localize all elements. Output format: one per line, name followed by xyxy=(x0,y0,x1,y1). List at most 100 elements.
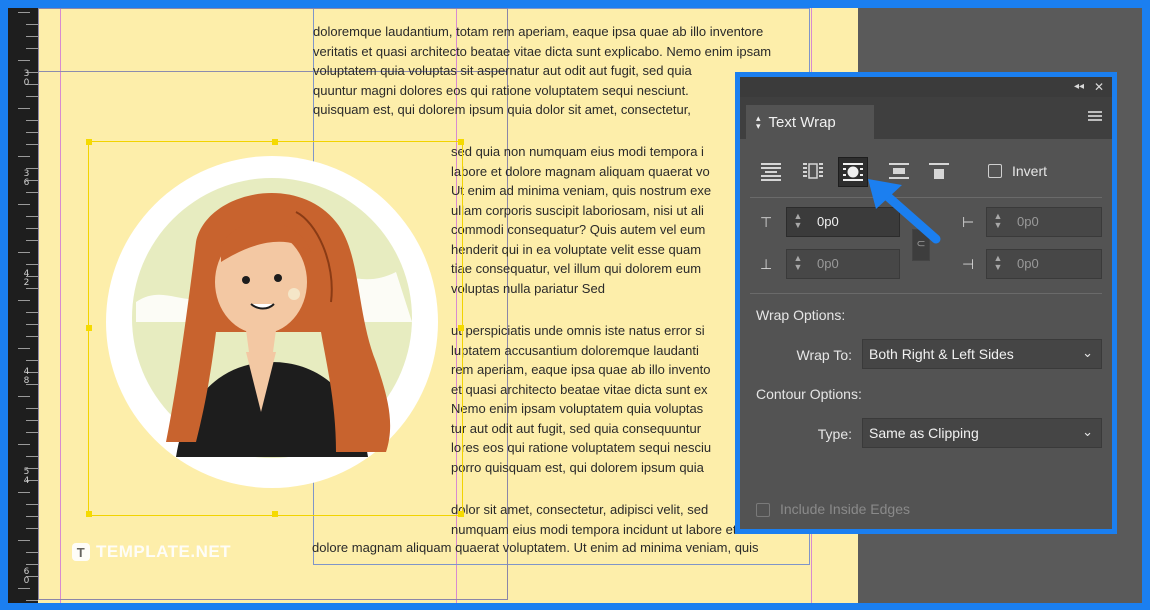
tab-text-wrap[interactable]: ▴ ▾ Text Wrap xyxy=(746,105,874,139)
wrap-to-dropdown[interactable]: Both Right & Left Sides ⌄ xyxy=(862,339,1102,369)
wrap-to-label: Wrap To: xyxy=(796,347,852,363)
collapse-panel-icon[interactable]: ◂◂ xyxy=(1074,80,1084,94)
right-offset-value: 0p0 xyxy=(1017,256,1039,271)
woman-portrait-illustration[interactable] xyxy=(96,152,456,492)
ruler-tick xyxy=(18,492,30,493)
ruler-tick xyxy=(18,588,30,589)
ruler-label: 4 2 xyxy=(23,269,30,288)
left-offset-icon: ⊢ xyxy=(962,214,975,230)
type-label: Type: xyxy=(817,426,852,442)
right-offset-field[interactable]: ▲ ▼ 0p0 xyxy=(986,249,1102,279)
ruler-tick xyxy=(26,516,38,517)
ruler-tick xyxy=(18,156,30,157)
vertical-ruler[interactable]: 3 0 3 6 4 2 4 8 5 4 6 0 xyxy=(8,8,38,603)
close-panel-icon[interactable]: ✕ xyxy=(1094,80,1104,94)
frame-handle[interactable] xyxy=(86,511,92,517)
ruler-tick xyxy=(26,228,38,229)
divider xyxy=(750,293,1102,294)
ruler-tick xyxy=(26,288,38,289)
wrap-to-value: Both Right & Left Sides xyxy=(869,346,1014,362)
ruler-tick xyxy=(26,528,38,529)
chevron-down-icon: ⌄ xyxy=(1082,424,1093,439)
ruler-tick xyxy=(26,420,38,421)
collapse-arrows-icon[interactable]: ▴ ▾ xyxy=(756,114,761,131)
ruler-tick xyxy=(26,336,38,337)
ruler-tick xyxy=(26,36,38,37)
ruler-label: 3 6 xyxy=(23,169,30,188)
include-inside-edges-checkbox[interactable] xyxy=(756,503,770,517)
frame-handle[interactable] xyxy=(458,139,464,145)
ruler-label: 4 8 xyxy=(23,367,30,386)
document-canvas: 3 0 3 6 4 2 4 8 5 4 6 0 doloremque laudantium… xyxy=(8,8,1142,603)
ruler-label: 3 0 xyxy=(23,69,30,88)
annotation-arrow xyxy=(868,179,941,244)
wrap-options-label: Wrap Options: xyxy=(756,307,846,323)
ruler-tick xyxy=(26,96,38,97)
stepper-icon[interactable]: ▲ ▼ xyxy=(791,212,805,232)
ruler-tick xyxy=(18,204,30,205)
ruler-label: 6 0 xyxy=(23,567,30,586)
ruler-tick xyxy=(26,564,38,565)
ruler-tick xyxy=(26,360,38,361)
ruler-tick xyxy=(18,444,30,445)
ruler-tick xyxy=(26,324,38,325)
frame-handle[interactable] xyxy=(272,139,278,145)
bottom-offset-icon: ⊥ xyxy=(760,256,773,272)
stepper-icon[interactable]: ▲ ▼ xyxy=(991,254,1005,274)
ruler-tick xyxy=(26,144,38,145)
body-text-line: veritatis et quasi architecto beatae vit… xyxy=(313,43,772,59)
wrap-bounding-box-icon[interactable] xyxy=(798,157,828,187)
ruler-tick xyxy=(26,132,38,133)
ruler-tick xyxy=(26,120,38,121)
ruler-tick xyxy=(18,60,30,61)
bottom-offset-value: 0p0 xyxy=(817,256,839,271)
top-offset-icon: ⊤ xyxy=(760,214,773,230)
invert-label: Invert xyxy=(1012,163,1048,179)
ruler-tick xyxy=(26,192,38,193)
panel-title: Text Wrap xyxy=(768,113,836,131)
panel-tab-row: ▴ ▾ Text Wrap xyxy=(740,97,1112,139)
contour-type-value: Same as Clipping xyxy=(869,425,979,441)
frame-handle[interactable] xyxy=(86,325,92,331)
template-net-logo: T TEMPLATE.NET xyxy=(72,542,231,562)
ruler-tick xyxy=(26,216,38,217)
top-offset-value: 0p0 xyxy=(817,214,839,229)
include-inside-edges-label: Include Inside Edges xyxy=(780,501,910,517)
screenshot-stage: 3 0 3 6 4 2 4 8 5 4 6 0 doloremque laudantium… xyxy=(0,0,1150,610)
ruler-label: 5 4 xyxy=(23,467,30,486)
right-offset-icon: ⊣ xyxy=(962,256,975,272)
ruler-tick xyxy=(26,312,38,313)
ruler-tick xyxy=(26,264,38,265)
ruler-tick xyxy=(18,12,30,13)
contour-options-label: Contour Options: xyxy=(756,386,862,402)
ruler-tick xyxy=(18,396,30,397)
text-wrap-panel: ◂◂ ✕ ▴ ▾ Text Wrap Invert ⊤ ▲ ▼ 0p0 ⊥ ▲ … xyxy=(735,72,1117,534)
left-offset-value: 0p0 xyxy=(1017,214,1039,229)
body-text-line: doloremque laudantium, totam rem aperiam… xyxy=(313,24,764,39)
frame-handle[interactable] xyxy=(86,139,92,145)
stepper-icon[interactable]: ▲ ▼ xyxy=(991,212,1005,232)
invert-checkbox[interactable] xyxy=(988,164,1002,178)
left-offset-field[interactable]: ▲ ▼ 0p0 xyxy=(986,207,1102,237)
body-text-bottom-line: dolore magnam aliquam quaerat voluptatem… xyxy=(312,540,759,555)
ruler-tick xyxy=(18,348,30,349)
contour-type-dropdown[interactable]: Same as Clipping ⌄ xyxy=(862,418,1102,448)
ruler-tick xyxy=(26,48,38,49)
ruler-tick xyxy=(18,252,30,253)
logo-mark: T xyxy=(72,543,90,561)
panel-titlebar[interactable]: ◂◂ ✕ xyxy=(740,77,1112,97)
ruler-tick xyxy=(26,456,38,457)
ruler-tick xyxy=(18,108,30,109)
no-wrap-icon[interactable] xyxy=(756,157,786,187)
ruler-tick xyxy=(26,552,38,553)
ruler-tick xyxy=(26,600,38,601)
panel-menu-icon[interactable] xyxy=(1088,109,1102,123)
stepper-icon[interactable]: ▲ ▼ xyxy=(791,254,805,274)
frame-handle[interactable] xyxy=(458,511,464,517)
frame-handle[interactable] xyxy=(458,325,464,331)
bottom-offset-field[interactable]: ▲ ▼ 0p0 xyxy=(786,249,900,279)
ruler-tick xyxy=(26,504,38,505)
frame-handle[interactable] xyxy=(272,511,278,517)
ruler-tick xyxy=(26,240,38,241)
ruler-tick xyxy=(26,24,38,25)
